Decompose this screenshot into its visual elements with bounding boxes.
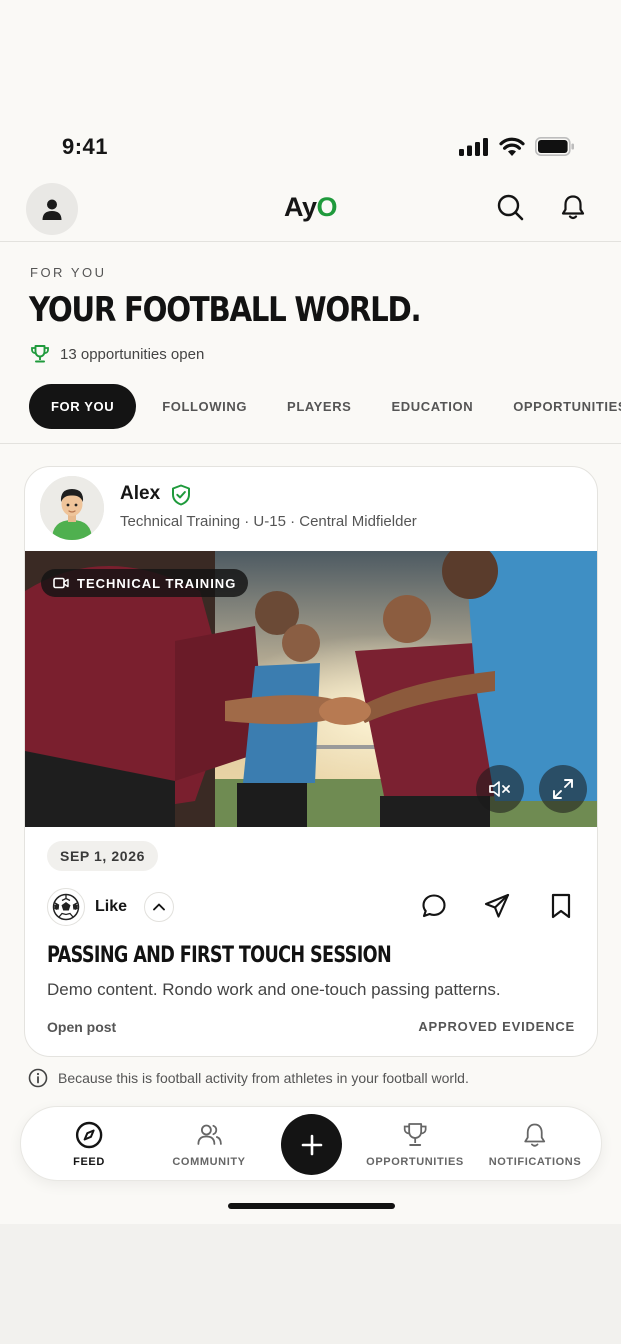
nav-community[interactable]: COMMUNITY (172, 1121, 245, 1168)
chevron-up-icon (153, 903, 165, 911)
post-body: Demo content. Rondo work and one-touch p… (47, 980, 501, 999)
comment-bubble-icon (422, 894, 446, 918)
nav-notifications-label: NOTIFICATIONS (488, 1156, 582, 1168)
cellular-signal-icon (459, 137, 488, 156)
tab-following[interactable]: FOLLOWING (162, 399, 247, 414)
logo-accent-letter: O (316, 192, 338, 222)
nav-community-label: COMMUNITY (172, 1156, 246, 1168)
verified-shield-icon (172, 484, 190, 506)
tabs-divider (0, 443, 621, 444)
media-category-badge: TECHNICAL TRAINING (41, 569, 249, 597)
post-date-chip: SEP 1, 2026 (47, 841, 158, 871)
home-indicator (228, 1203, 395, 1209)
notifications-button[interactable] (558, 192, 588, 222)
opportunities-text: 13 opportunities open (60, 345, 205, 363)
recommendation-reason-text: Because this is football activity from a… (58, 1070, 469, 1086)
bottom-navigation: FEED COMMUNITY OPPORTUNITIES NOTIFICATIO… (20, 1106, 602, 1181)
share-button[interactable] (482, 891, 512, 921)
speaker-muted-icon (489, 781, 510, 797)
nav-opportunities-label: OPPORTUNITIES (366, 1156, 464, 1168)
media-badge-label: TECHNICAL TRAINING (77, 575, 237, 591)
nav-opportunities[interactable]: OPPORTUNITIES (366, 1121, 464, 1168)
app-screen: 9:41 AyO FOR YOU YOUR FOOTBALL WORLD. 13… (0, 0, 621, 1224)
nav-feed-label: FEED (73, 1156, 105, 1168)
reactions-expand-button[interactable] (144, 892, 174, 922)
fullscreen-button[interactable] (539, 765, 587, 813)
tab-players[interactable]: PLAYERS (287, 399, 351, 414)
like-button[interactable] (47, 888, 85, 926)
video-camera-icon (53, 577, 69, 589)
status-icons (459, 137, 575, 156)
author-name[interactable]: Alex (120, 483, 160, 505)
status-time: 9:41 (62, 134, 109, 159)
feed-tabs: FOR YOU FOLLOWING PLAYERS EDUCATION OPPO… (29, 384, 621, 429)
author-meta: Technical Training · U-15 · Central Midf… (120, 513, 417, 530)
create-post-button[interactable] (281, 1114, 342, 1175)
bell-icon (524, 1123, 546, 1147)
bell-icon (561, 195, 585, 220)
wifi-icon (499, 137, 525, 156)
nav-notifications[interactable]: NOTIFICATIONS (489, 1121, 582, 1168)
tab-opportunities[interactable]: OPPORTUNITIES (513, 399, 621, 414)
users-icon (197, 1124, 222, 1145)
section-eyebrow: FOR YOU (30, 265, 107, 280)
battery-icon (535, 137, 574, 156)
expand-icon (553, 779, 573, 799)
author-avatar-illustration (40, 476, 104, 540)
compass-icon (75, 1121, 103, 1149)
opportunities-count[interactable]: 13 opportunities open (30, 344, 204, 364)
like-label[interactable]: Like (95, 898, 127, 916)
info-icon (28, 1068, 48, 1088)
app-logo: AyO (0, 192, 621, 223)
recommendation-reason: Because this is football activity from a… (28, 1068, 469, 1088)
approved-evidence-label: APPROVED EVIDENCE (418, 1019, 575, 1034)
verified-badge (171, 484, 191, 511)
search-button[interactable] (495, 192, 525, 222)
nav-feed[interactable]: FEED (73, 1121, 105, 1168)
tab-education[interactable]: EDUCATION (391, 399, 473, 414)
comment-button[interactable] (419, 891, 449, 921)
post-card[interactable]: Alex Technical Training · U-15 · Central… (24, 466, 598, 1057)
post-media[interactable]: TECHNICAL TRAINING (25, 551, 597, 827)
page-headline: YOUR FOOTBALL WORLD. (29, 290, 422, 330)
tab-for-you[interactable]: FOR YOU (29, 384, 137, 429)
trophy-icon (31, 345, 49, 363)
mute-button[interactable] (476, 765, 524, 813)
app-header: AyO (0, 178, 621, 242)
bookmark-icon (551, 893, 571, 919)
plus-icon (301, 1134, 322, 1155)
author-avatar[interactable] (40, 476, 104, 540)
post-title[interactable]: PASSING AND FIRST TOUCH SESSION (47, 943, 392, 968)
open-post-link[interactable]: Open post (47, 1019, 116, 1035)
football-icon (52, 893, 80, 921)
logo-text: Ay (283, 192, 317, 222)
send-icon (484, 893, 510, 918)
trophy-icon (403, 1123, 427, 1146)
save-button[interactable] (546, 891, 576, 921)
search-icon (497, 194, 524, 221)
